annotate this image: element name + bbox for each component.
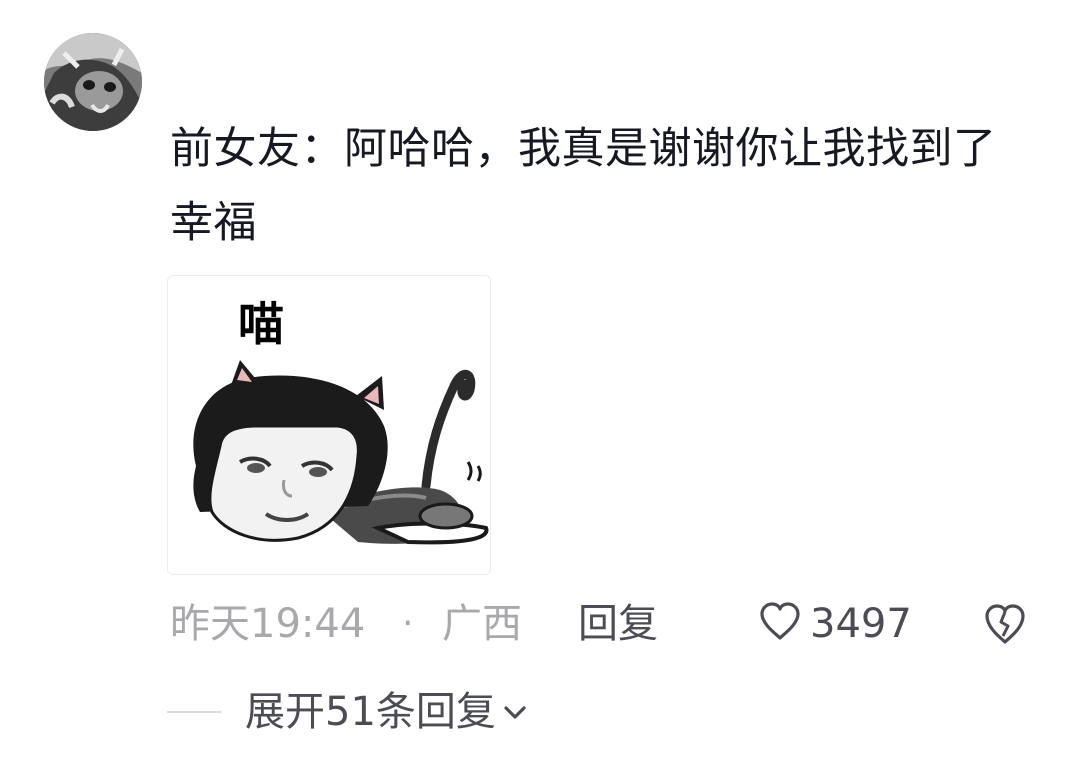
- like-button[interactable]: 3497: [758, 596, 912, 652]
- sticker-caption: 喵: [238, 297, 284, 351]
- comment-sticker[interactable]: 喵: [167, 275, 491, 575]
- heart-outline-icon: [758, 602, 802, 646]
- cat-girl-sticker-image: [193, 360, 489, 545]
- comment-meta-row: 昨天19:44 · 广西 回复 3497: [170, 596, 1040, 652]
- meta-separator: ·: [402, 603, 414, 644]
- avatar[interactable]: [44, 33, 142, 131]
- comment-text: 前女友：阿哈哈，我真是谢谢你让我找到了幸福: [170, 124, 997, 248]
- avatar-image: [44, 33, 142, 131]
- broken-heart-icon: [982, 604, 1028, 650]
- comment-time: 昨天19:44: [170, 601, 366, 647]
- dislike-button[interactable]: [982, 602, 1028, 648]
- expand-replies-button[interactable]: 展开51条回复: [245, 684, 528, 740]
- expand-divider: [167, 711, 221, 713]
- comment-location: 广西: [442, 601, 522, 647]
- expand-replies-row: 展开51条回复: [167, 684, 528, 740]
- expand-replies-label: 展开51条回复: [245, 689, 496, 735]
- chevron-down-icon: [502, 702, 528, 726]
- like-count: 3497: [810, 601, 912, 647]
- reply-button[interactable]: 回复: [578, 596, 658, 652]
